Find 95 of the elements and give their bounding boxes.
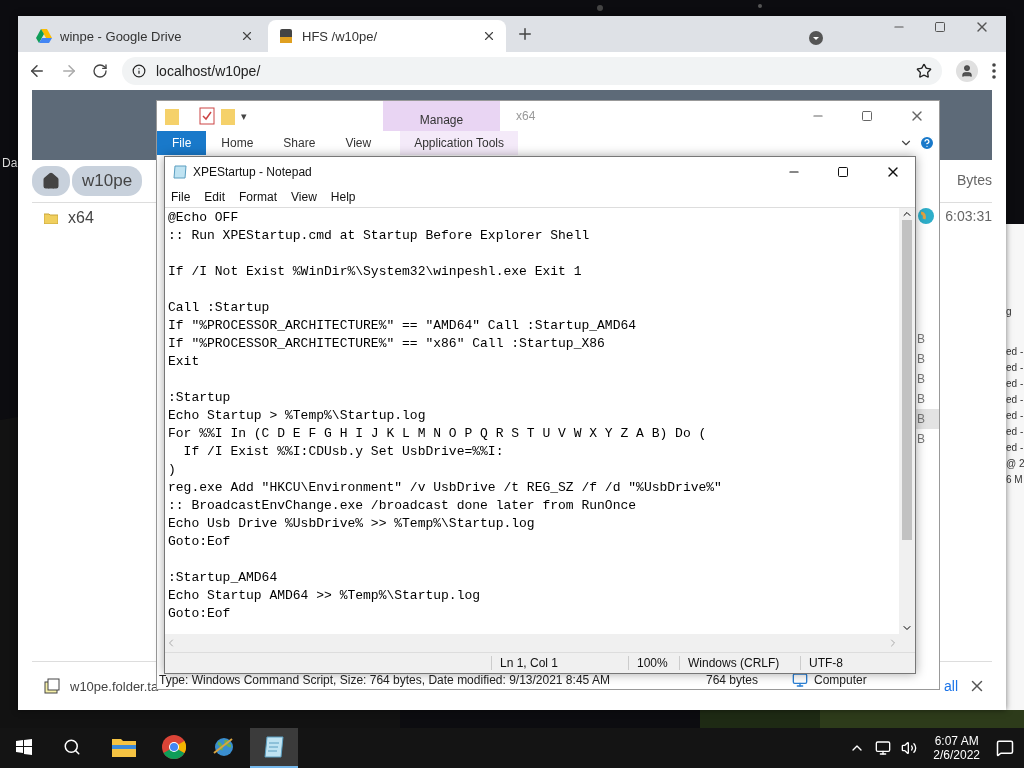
notifications-button[interactable] <box>996 739 1014 757</box>
status-text: 100% <box>628 656 679 670</box>
reload-icon <box>92 63 108 79</box>
size-cell-text: B <box>916 371 926 388</box>
server-logo-icon <box>278 28 294 44</box>
menu-item[interactable]: Edit <box>204 190 226 204</box>
new-tab-button[interactable] <box>516 25 534 43</box>
person-icon <box>960 64 974 78</box>
back-button[interactable] <box>28 62 46 80</box>
log-text: ed - <box>1006 393 1024 407</box>
help-icon <box>919 135 935 151</box>
dropdown-icon[interactable] <box>808 30 824 46</box>
file-icon <box>44 678 60 694</box>
address-field[interactable]: localhost/w10pe/ <box>122 57 942 85</box>
search-icon <box>63 738 81 756</box>
status-text: 764 bytes <box>706 673 760 687</box>
notepad-icon <box>263 735 285 759</box>
tab-title: HFS /w10pe/ <box>302 28 379 44</box>
log-text: ed - <box>1006 361 1024 375</box>
maximize-icon <box>837 166 849 178</box>
browser-tab[interactable]: HFS /w10pe/ <box>268 20 506 52</box>
ribbon-tab[interactable]: File <box>157 131 207 155</box>
plus-icon <box>516 25 534 43</box>
customize-toolbar-button[interactable]: ▾ <box>241 101 247 131</box>
text-editor[interactable]: @Echo OFF :: Run XPEStartup.cmd at Startup Before Explorer Shell If /I Not Exist %WinDir%\System32\winpeshl.exe Exit 1 Call :Startup If "%PROCESSOR_ARCHITECTURE%" == "AMD64" Call :Startup_AMD64 If "%PROCESSOR_ARCHITECTURE%" == "x86" Call :Startup_X86 Exit :Startup Echo Startup > %Temp%\Startup.log For %%I In (C D E F G H I J K L M N O P Q R S T U V W X Y Z A B) Do ( If /I Exist %%I:CDUsb.y Set UsbDrive=%%I: ) reg.exe Add "HKCU\Environment" /v UsbDrive /t REG_SZ /f /d "%UsbDrive%" :: BroadcastEnvChange.exe /broadcast done later from RunOnce Echo Usb Drive %UsbDrive% >> %Temp%\Startup.log Goto:Eof :Startup_AMD64 Echo Startup AMD64 >> %Temp%\Startup.log Goto:Eof <box>165 208 899 634</box>
browser-icon <box>162 735 186 759</box>
download-file-name[interactable]: w10pe.folder.ta <box>70 678 159 694</box>
size-cell: B <box>915 409 939 429</box>
forward-arrow-icon <box>60 62 78 80</box>
manage-tab[interactable]: Manage <box>383 101 500 131</box>
profile-button[interactable] <box>956 60 978 82</box>
column-header: Bytes <box>957 172 992 188</box>
size-cell-text: B <box>916 351 926 368</box>
status-text: Ln 1, Col 1 <box>491 656 628 670</box>
log-text: ed - <box>1006 409 1024 423</box>
triangle-logo-icon <box>36 29 52 43</box>
status-text: Windows (CRLF) <box>679 656 800 670</box>
status-text: Type: Windows Command Script, Size: 764 bytes, Date modified: 9/13/2021 8:45 AM <box>159 673 611 687</box>
window-title: x64 <box>516 109 536 123</box>
maximize-icon <box>934 21 946 33</box>
ribbon-tab[interactable]: View <box>330 131 387 155</box>
taskbar-app-button[interactable] <box>250 728 298 768</box>
close-icon <box>482 29 496 43</box>
status-text: UTF-8 <box>800 656 899 670</box>
home-icon <box>42 172 60 190</box>
ribbon-tab[interactable]: Home <box>206 131 269 155</box>
tab-title: winpe - Google Drive <box>60 28 183 44</box>
ribbon-tab[interactable]: Share <box>268 131 331 155</box>
notepad-icon <box>173 165 187 179</box>
close-icon <box>240 29 254 43</box>
scroll-thumb[interactable] <box>902 220 912 540</box>
menu-item[interactable]: File <box>171 190 191 204</box>
close-tab-button[interactable] <box>482 29 496 43</box>
close-tab-button[interactable] <box>240 29 254 43</box>
reload-button[interactable] <box>92 63 108 79</box>
log-text: 6 M <box>1006 473 1024 487</box>
maximize-button[interactable] <box>837 166 849 178</box>
window-title: XPEStartup - Notepad <box>193 165 312 179</box>
computer-icon <box>792 672 808 688</box>
breadcrumb-link[interactable]: w10pe <box>72 166 143 196</box>
log-text: ed - <box>1006 441 1024 455</box>
properties-icon[interactable] <box>199 107 215 125</box>
status-text: Computer <box>814 673 867 687</box>
clock[interactable]: 6:07 AM 2/6/2022 <box>927 734 986 762</box>
menu-button[interactable] <box>992 63 996 79</box>
scrollbar[interactable] <box>899 208 915 634</box>
menu-item[interactable]: Format <box>239 190 278 204</box>
log-text: @ 2 <box>1006 457 1024 471</box>
time-text: 6:03:31 <box>945 208 992 224</box>
size-cell-text: B <box>916 391 926 408</box>
log-text: ed - <box>1006 345 1024 359</box>
folder-link[interactable]: x64 <box>68 209 94 227</box>
log-text: g <box>1006 305 1013 319</box>
windows-logo-icon <box>16 739 32 755</box>
menu-item[interactable]: Help <box>330 190 356 204</box>
log-text: ed - <box>1006 425 1024 439</box>
maximize-icon <box>861 110 873 122</box>
menu-icon <box>992 63 996 79</box>
info-icon <box>132 64 146 78</box>
notifications-icon <box>996 739 1014 757</box>
globe-icon <box>917 207 935 225</box>
home-button[interactable] <box>32 166 70 196</box>
menu-item[interactable]: View <box>291 190 317 204</box>
ribbon-tab[interactable]: Application Tools <box>400 131 519 155</box>
log-text: ed - <box>1006 377 1024 391</box>
size-cell-text: B <box>916 431 926 448</box>
globe-icon <box>212 735 236 759</box>
bookmark-star-icon[interactable] <box>916 63 932 79</box>
size-cell-text: B <box>916 331 926 348</box>
folder-icon <box>112 737 136 757</box>
folder-icon <box>44 212 58 224</box>
browser-tab[interactable]: winpe - Google Drive <box>26 20 264 52</box>
network-icon[interactable] <box>875 740 892 756</box>
desktop-icon-label[interactable]: Da <box>2 156 18 170</box>
show-all-link[interactable]: all <box>944 678 958 694</box>
